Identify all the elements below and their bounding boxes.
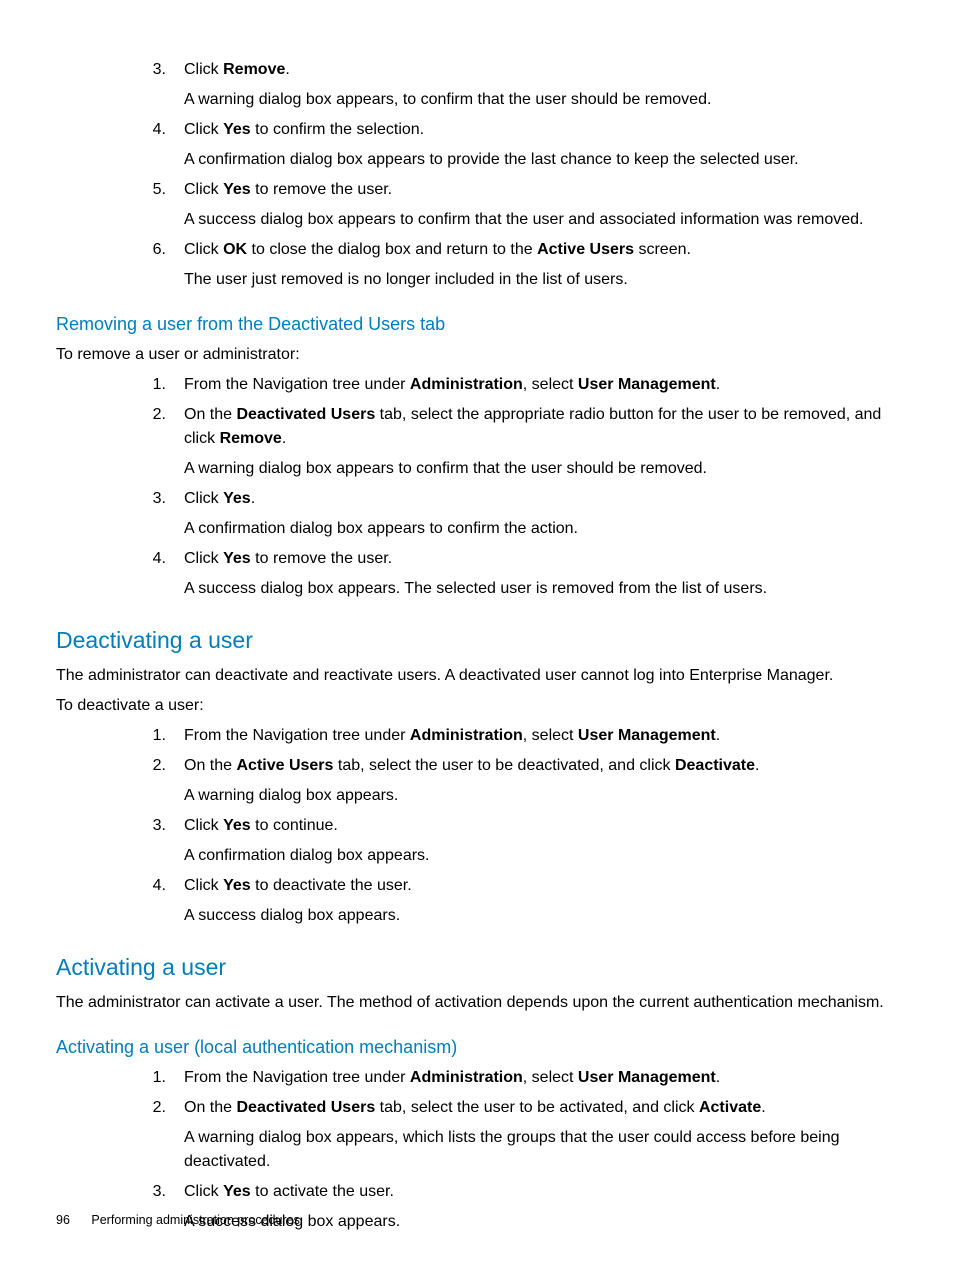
- list-item-line: The user just removed is no longer inclu…: [184, 268, 898, 292]
- list-item-number: 6.: [130, 238, 184, 292]
- list-item-line: A success dialog box appears. The select…: [184, 577, 898, 601]
- list-item: 2.On the Active Users tab, select the us…: [130, 754, 898, 808]
- list-item: 4.Click Yes to remove the user. A success…: [130, 547, 898, 601]
- list-item-line: From the Navigation tree under Administr…: [184, 1066, 898, 1090]
- list-item-line: Click Yes to remove the user.: [184, 178, 898, 202]
- list-item-line: Click Yes to remove the user.: [184, 547, 898, 571]
- list-item: 4.Click Yes to deactivate the user. A suc…: [130, 874, 898, 928]
- list-item-line: Click Yes to activate the user.: [184, 1180, 898, 1204]
- list-item-number: 1.: [130, 724, 184, 748]
- intro-deactivating-1: The administrator can deactivate and rea…: [56, 664, 898, 688]
- list-item-number: 4.: [130, 547, 184, 601]
- list-item: 3.Click Yes to continue. A confirmation d…: [130, 814, 898, 868]
- list-item: 3.Click Yes. A confirmation dialog box ap…: [130, 487, 898, 541]
- list-item-line: Click Yes to continue.: [184, 814, 898, 838]
- list-item-text: Click Yes to remove the user. A success d…: [184, 178, 898, 232]
- list-item-text: Click Yes to continue. A confirmation dia…: [184, 814, 898, 868]
- list-item-number: 2.: [130, 754, 184, 808]
- list-item: 2.On the Deactivated Users tab, select t…: [130, 1096, 898, 1174]
- list-item-text: From the Navigation tree under Administr…: [184, 373, 898, 397]
- list-item-line: A success dialog box appears to confirm …: [184, 208, 898, 232]
- heading-activating: Activating a user: [56, 954, 898, 981]
- content: 3.Click Remove.A warning dialog box appe…: [56, 58, 898, 1234]
- list-item-line: On the Deactivated Users tab, select the…: [184, 1096, 898, 1120]
- list-item-text: Click Yes to remove the user. A success d…: [184, 547, 898, 601]
- list-remove-deactivated: 1.From the Navigation tree under Adminis…: [130, 373, 898, 601]
- list-item: 1.From the Navigation tree under Adminis…: [130, 1066, 898, 1090]
- list-item-line: A warning dialog box appears, which list…: [184, 1126, 898, 1174]
- list-item-text: From the Navigation tree under Administr…: [184, 724, 898, 748]
- list-item-number: 4.: [130, 874, 184, 928]
- list-activating-local: 1.From the Navigation tree under Adminis…: [130, 1066, 898, 1234]
- top-ordered-list: 3.Click Remove. A warning dialog box appe…: [130, 58, 898, 292]
- list-item-text: Click Yes to deactivate the user. A succe…: [184, 874, 898, 928]
- page: 3.Click Remove.A warning dialog box appe…: [0, 0, 954, 1271]
- intro-deactivating-2: To deactivate a user:: [56, 694, 898, 718]
- page-footer: 96 Performing administration procedures: [56, 1213, 300, 1227]
- list-item: 1.From the Navigation tree under Adminis…: [130, 373, 898, 397]
- heading-remove-deactivated: Removing a user from the Deactivated Use…: [56, 314, 898, 335]
- list-item-number: 1.: [130, 373, 184, 397]
- list-item-number: 3.: [130, 487, 184, 541]
- list-item: 6.Click OK to close the dialog box and r…: [130, 238, 898, 292]
- list-item-text: On the Deactivated Users tab, select the…: [184, 1096, 898, 1174]
- list-item-text: Click Remove. A warning dialog box appear…: [184, 58, 898, 112]
- list-item-line: A warning dialog box appears, to confirm…: [184, 88, 898, 112]
- list-item-text: On the Deactivated Users tab, select the…: [184, 403, 898, 481]
- list-item-number: 2.: [130, 403, 184, 481]
- list-item-line: From the Navigation tree under Administr…: [184, 724, 898, 748]
- heading-activating-local: Activating a user (local authentication …: [56, 1037, 898, 1058]
- list-item-number: 1.: [130, 1066, 184, 1090]
- list-item-line: A warning dialog box appears.: [184, 784, 898, 808]
- list-item: 4.Click Yes to confirm the selection. A c…: [130, 118, 898, 172]
- list-item: 2.On the Deactivated Users tab, select t…: [130, 403, 898, 481]
- list-item-line: A warning dialog box appears to confirm …: [184, 457, 898, 481]
- page-number: 96: [56, 1213, 70, 1227]
- list-item-line: On the Deactivated Users tab, select the…: [184, 403, 898, 451]
- intro-remove-deactivated: To remove a user or administrator:: [56, 343, 898, 367]
- list-item-line: A confirmation dialog box appears.: [184, 844, 898, 868]
- list-item: 5.Click Yes to remove the user. A success…: [130, 178, 898, 232]
- list-item-line: From the Navigation tree under Administr…: [184, 373, 898, 397]
- list-item-text: Click Yes to confirm the selection. A con…: [184, 118, 898, 172]
- list-item-line: Click Yes to deactivate the user.: [184, 874, 898, 898]
- list-item-number: 5.: [130, 178, 184, 232]
- list-item-line: Click Yes.: [184, 487, 898, 511]
- list-item-text: Click OK to close the dialog box and ret…: [184, 238, 898, 292]
- list-item-line: A success dialog box appears.: [184, 904, 898, 928]
- list-item-line: A confirmation dialog box appears to pro…: [184, 148, 898, 172]
- list-deactivating: 1.From the Navigation tree under Adminis…: [130, 724, 898, 928]
- list-item-number: 4.: [130, 118, 184, 172]
- list-item-number: 3.: [130, 58, 184, 112]
- list-item-text: On the Active Users tab, select the user…: [184, 754, 898, 808]
- list-item-line: Click Remove.: [184, 58, 898, 82]
- heading-deactivating: Deactivating a user: [56, 627, 898, 654]
- list-item-number: 2.: [130, 1096, 184, 1174]
- list-item: 3.Click Remove. A warning dialog box appe…: [130, 58, 898, 112]
- list-item-number: 3.: [130, 814, 184, 868]
- footer-title: Performing administration procedures: [91, 1213, 299, 1227]
- list-item: 1.From the Navigation tree under Adminis…: [130, 724, 898, 748]
- intro-activating: The administrator can activate a user. T…: [56, 991, 898, 1015]
- list-item-line: Click Yes to confirm the selection.: [184, 118, 898, 142]
- list-item-text: Click Yes. A confirmation dialog box appe…: [184, 487, 898, 541]
- list-item-text: From the Navigation tree under Administr…: [184, 1066, 898, 1090]
- list-item-line: On the Active Users tab, select the user…: [184, 754, 898, 778]
- list-item-line: Click OK to close the dialog box and ret…: [184, 238, 898, 262]
- list-item-line: A confirmation dialog box appears to con…: [184, 517, 898, 541]
